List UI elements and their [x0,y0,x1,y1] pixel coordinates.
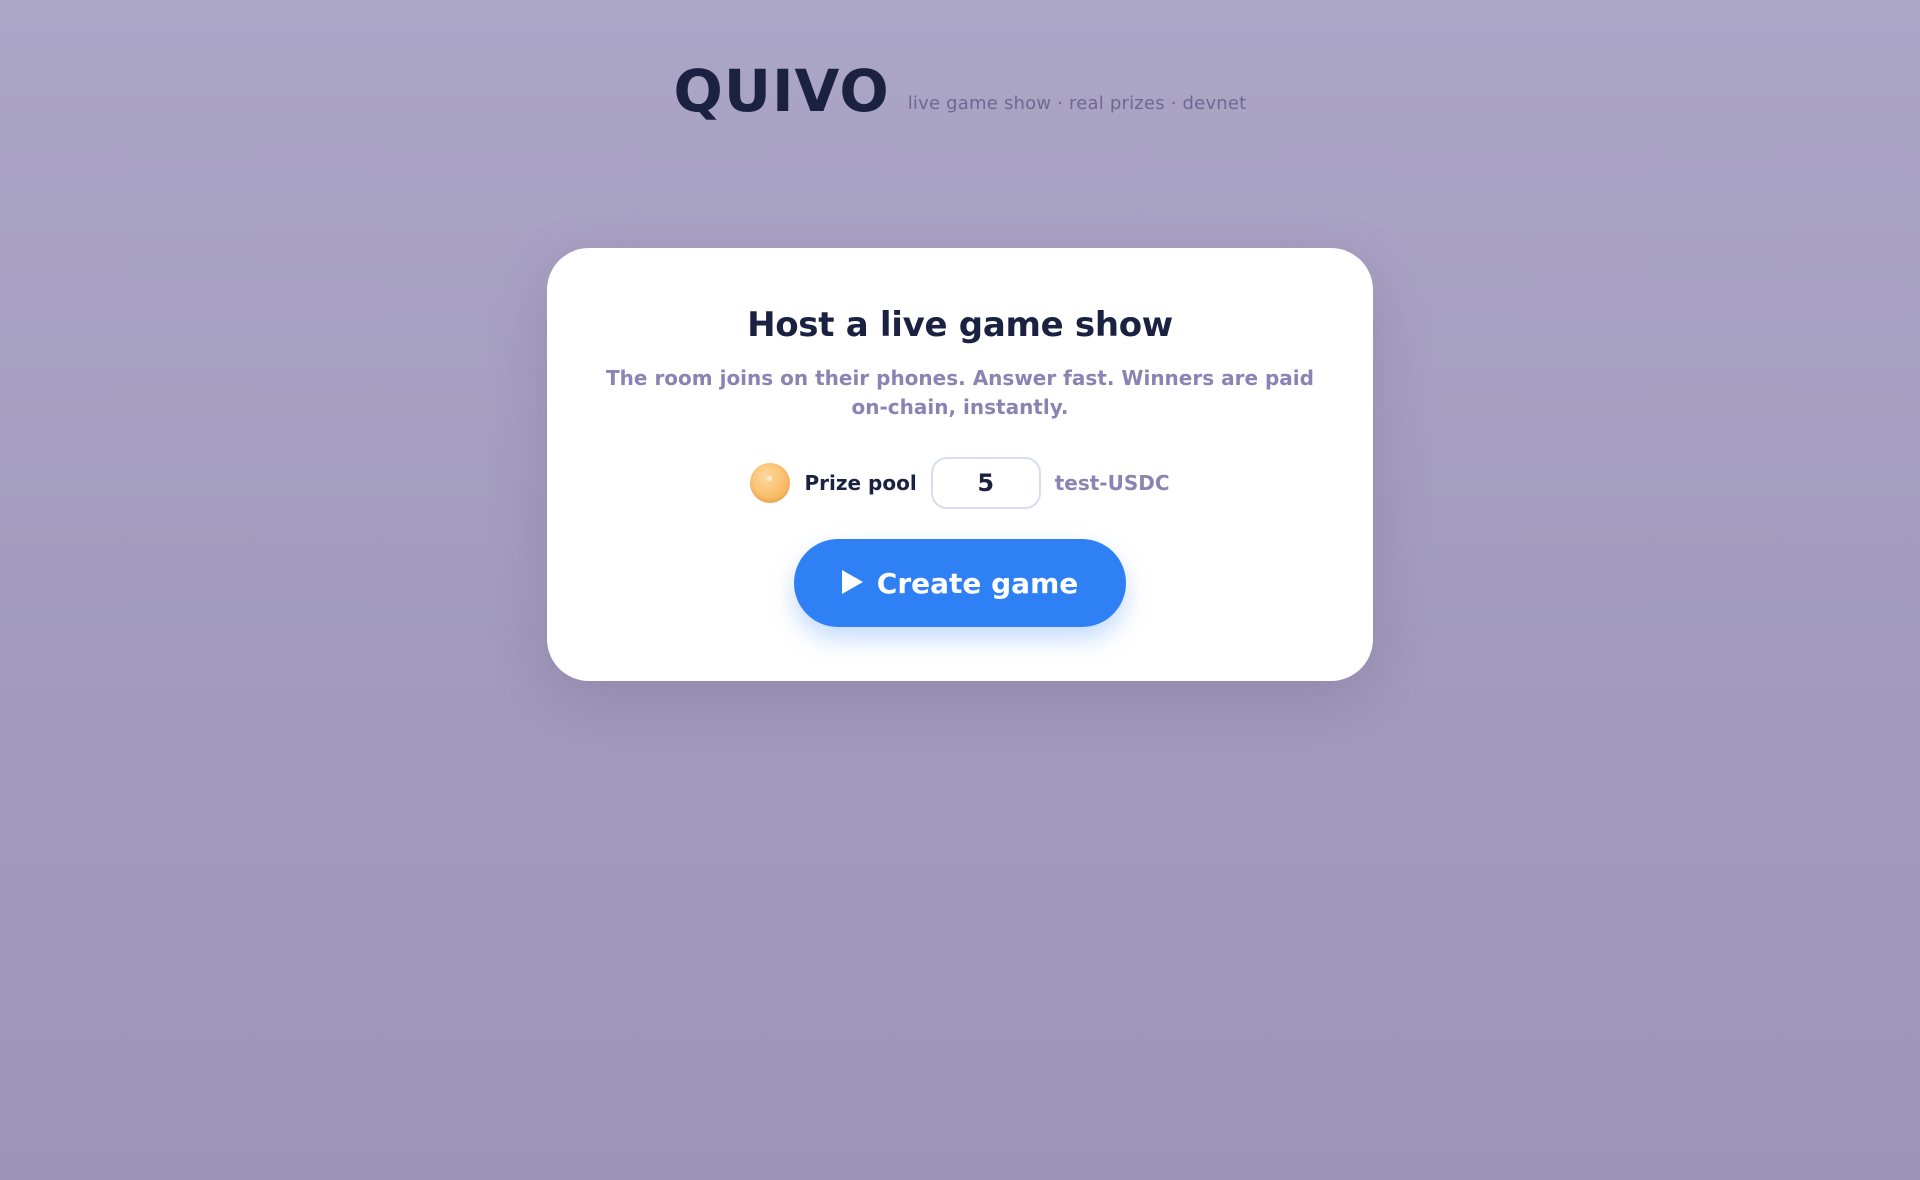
prize-pool-label: Prize pool [804,471,917,495]
prize-pool-unit: test-USDC [1054,471,1170,495]
create-game-button[interactable]: Create game [794,539,1126,627]
app-header: QUIVO live game show · real prizes · dev… [0,62,1920,120]
app-logo: QUIVO [673,57,890,125]
create-game-label: Create game [876,566,1079,600]
card-subtitle: The room joins on their phones. Answer f… [606,366,1314,419]
play-icon [841,570,863,594]
host-game-card: Host a live game show The room joins on … [547,248,1373,681]
app-tagline: live game show · real prizes · devnet [907,93,1247,114]
coin-icon [750,463,791,503]
card-title: Host a live game show [747,305,1173,345]
prize-pool-input[interactable] [930,457,1041,509]
prize-pool-row: Prize pool test-USDC [547,457,1373,509]
